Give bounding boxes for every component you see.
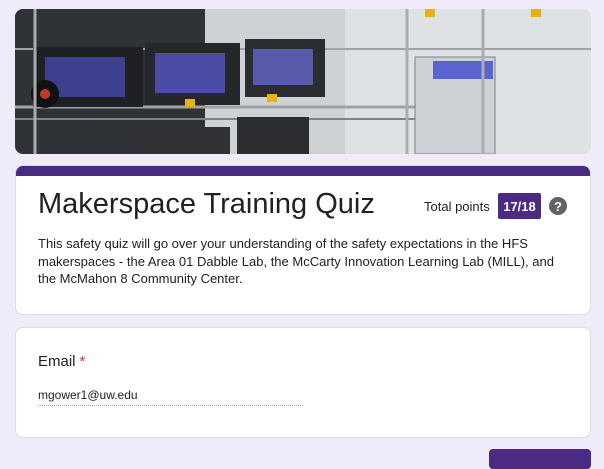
total-points-label: Total points [424, 199, 490, 214]
next-button[interactable] [489, 449, 591, 469]
quiz-description: This safety quiz will go over your under… [38, 236, 554, 286]
email-card: Email * mgower1@uw.edu [15, 327, 591, 438]
makerspace-photo [15, 9, 591, 154]
email-label-text: Email [38, 353, 76, 370]
page-title: Makerspace Training Quiz [38, 188, 375, 220]
email-field-label: Email * [38, 353, 85, 370]
accent-bar [16, 166, 590, 176]
required-asterisk: * [79, 353, 86, 370]
email-field[interactable]: mgower1@uw.edu [38, 388, 303, 406]
quiz-header-card: Makerspace Training Quiz Total points 17… [15, 165, 591, 315]
points-badge: 17/18 [498, 193, 541, 219]
help-circle-icon[interactable]: ? [549, 197, 567, 215]
header-banner-image [15, 9, 591, 154]
